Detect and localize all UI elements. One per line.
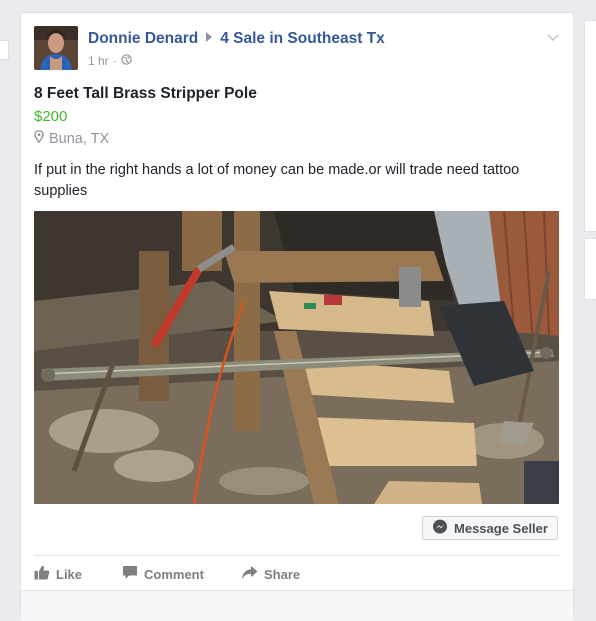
messenger-icon: [432, 519, 448, 538]
listing-title: 8 Feet Tall Brass Stripper Pole: [34, 85, 257, 102]
listing-location: Buna, TX: [34, 130, 109, 147]
thumbs-up-icon: [34, 565, 50, 583]
author-name-link[interactable]: Donnie Denard: [88, 30, 198, 47]
marketplace-post-card: Donnie Denard 4 Sale in Southeast Tx 1 hr…: [20, 12, 574, 621]
message-seller-label: Message Seller: [454, 520, 548, 536]
comment-icon: [122, 565, 138, 583]
like-label: Like: [56, 566, 83, 582]
adjacent-panel-edge-right: [584, 20, 596, 232]
like-button[interactable]: Like: [34, 565, 122, 583]
post-header-title: Donnie Denard 4 Sale in Southeast Tx: [88, 30, 385, 48]
group-name-link[interactable]: 4 Sale in Southeast Tx: [220, 30, 385, 47]
location-text: Buna, TX: [49, 130, 110, 147]
listing-price: $200: [34, 108, 68, 125]
chevron-down-icon[interactable]: [547, 29, 559, 42]
post-actions-bar: Like Comment Share: [34, 562, 300, 586]
globe-icon[interactable]: [121, 54, 132, 68]
share-icon: [241, 565, 258, 583]
comment-button[interactable]: Comment: [122, 565, 241, 583]
meta-separator: ·: [112, 54, 117, 68]
share-label: Share: [264, 566, 301, 582]
comment-label: Comment: [144, 566, 204, 582]
action-divider: [34, 555, 559, 556]
post-timestamp[interactable]: 1 hr: [88, 54, 109, 68]
post-meta: 1 hr ·: [88, 54, 132, 68]
listing-photo[interactable]: [34, 211, 559, 504]
comments-area-edge: [21, 590, 573, 621]
right-arrow-icon: [206, 32, 213, 42]
message-seller-button[interactable]: Message Seller: [422, 516, 558, 540]
map-pin-icon: [34, 130, 44, 147]
adjacent-post-edge-left: [0, 40, 9, 60]
adjacent-panel-edge-right-2: [584, 238, 596, 300]
listing-description: If put in the right hands a lot of money…: [34, 162, 520, 199]
share-button[interactable]: Share: [241, 565, 300, 583]
avatar[interactable]: [34, 26, 78, 70]
